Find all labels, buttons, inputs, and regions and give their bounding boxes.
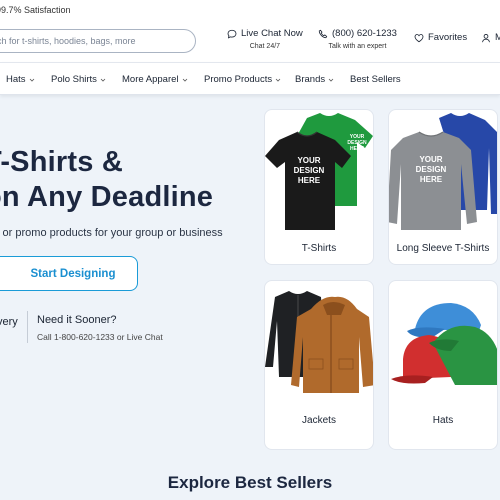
chevron-down-icon	[328, 78, 334, 82]
nav-item-promo-products[interactable]: Promo Products	[204, 74, 281, 85]
search-placeholder: ch for t-shirts, hoodies, bags, more	[0, 36, 136, 46]
call-text[interactable]: Call 1-800-620-1233 or Live Chat	[37, 332, 163, 342]
top-promo-bar: 99.7% Satisfaction	[0, 0, 500, 20]
category-card-long-sleeve[interactable]: YOUR DESIGN HERE Long Sleeve T-Shirts	[388, 109, 498, 265]
nav-item-polo-shirts[interactable]: Polo Shirts	[51, 74, 106, 85]
hats-image	[391, 303, 497, 385]
phone-sub: Talk with an expert	[328, 43, 387, 50]
live-chat-link[interactable]: Live Chat Now Chat 24/7	[227, 28, 303, 50]
explore-subtitle-cutoff	[128, 495, 378, 500]
category-card-tshirts[interactable]: YOUR DESIGN HERE YOUR DESIGN HERE T-Shir…	[264, 109, 374, 265]
hero-heading-line1: T-Shirts &	[0, 146, 123, 178]
nav-item-best-sellers[interactable]: Best Sellers	[350, 74, 401, 85]
svg-text:HERE: HERE	[350, 146, 365, 152]
nav-item-hats[interactable]: Hats	[6, 74, 35, 85]
hero-heading-line2: on Any Deadline	[0, 181, 214, 213]
category-label: Jackets	[302, 415, 336, 426]
chevron-down-icon	[275, 78, 281, 82]
svg-text:DESIGN: DESIGN	[294, 166, 325, 175]
nav-item-label: Best Sellers	[350, 74, 401, 85]
svg-text:YOUR: YOUR	[419, 155, 442, 164]
nav-item-label: Polo Shirts	[51, 74, 97, 85]
hero-subtitle: l, or promo products for your group or b…	[0, 227, 223, 239]
phone-icon	[318, 29, 328, 38]
site-header: ch for t-shirts, hoodies, bags, more Liv…	[0, 20, 500, 62]
jackets-image	[265, 291, 373, 393]
svg-text:DESIGN: DESIGN	[416, 165, 447, 174]
nav-item-brands[interactable]: Brands	[295, 74, 334, 85]
svg-text:YOUR: YOUR	[297, 156, 320, 165]
divider	[27, 311, 28, 343]
category-label: Long Sleeve T-Shirts	[396, 243, 490, 254]
tshirts-image: YOUR DESIGN HERE YOUR DESIGN HERE	[265, 113, 373, 230]
nav-item-label: Promo Products	[204, 74, 273, 85]
svg-text:HERE: HERE	[420, 175, 443, 184]
live-chat-label: Live Chat Now	[241, 28, 303, 39]
category-nav: Hats Polo Shirts More Apparel Promo Prod…	[0, 62, 500, 95]
chat-icon	[227, 29, 237, 38]
category-card-hats[interactable]: Hats	[388, 280, 498, 450]
live-chat-sub: Chat 24/7	[249, 43, 281, 50]
nav-item-label: Hats	[6, 74, 26, 85]
nav-item-label: Brands	[295, 74, 326, 85]
start-designing-button[interactable]: Start Designing	[0, 256, 138, 291]
satisfaction-text: 99.7% Satisfaction	[0, 5, 71, 15]
account-link[interactable]: M	[481, 32, 500, 43]
favorites-link[interactable]: Favorites	[414, 32, 467, 43]
need-it-sooner-heading: Need it Sooner?	[37, 314, 117, 326]
phone-link[interactable]: (800) 620-1233 Talk with an expert	[318, 28, 397, 50]
chevron-down-icon	[29, 78, 34, 82]
user-icon	[482, 33, 490, 42]
hero-heading: T-Shirts & on Any Deadline	[0, 145, 213, 215]
nav-item-label: More Apparel	[122, 74, 179, 85]
category-label: Hats	[432, 415, 454, 426]
category-card-jackets[interactable]: Jackets	[264, 280, 374, 450]
favorites-label: Favorites	[428, 32, 468, 43]
account-label: M	[495, 32, 500, 43]
chevron-down-icon	[100, 78, 106, 82]
chevron-down-icon	[182, 78, 187, 82]
category-label: T-Shirts	[301, 243, 337, 254]
nav-item-more-apparel[interactable]: More Apparel	[122, 74, 188, 85]
delivery-text: very	[0, 316, 18, 328]
search-input[interactable]: ch for t-shirts, hoodies, bags, more	[0, 29, 196, 53]
svg-text:HERE: HERE	[298, 176, 321, 185]
long-sleeve-image: YOUR DESIGN HERE	[389, 113, 497, 230]
explore-best-sellers-heading: Explore Best Sellers	[167, 473, 333, 492]
phone-label: (800) 620-1233	[332, 28, 397, 39]
heart-icon	[414, 33, 424, 42]
